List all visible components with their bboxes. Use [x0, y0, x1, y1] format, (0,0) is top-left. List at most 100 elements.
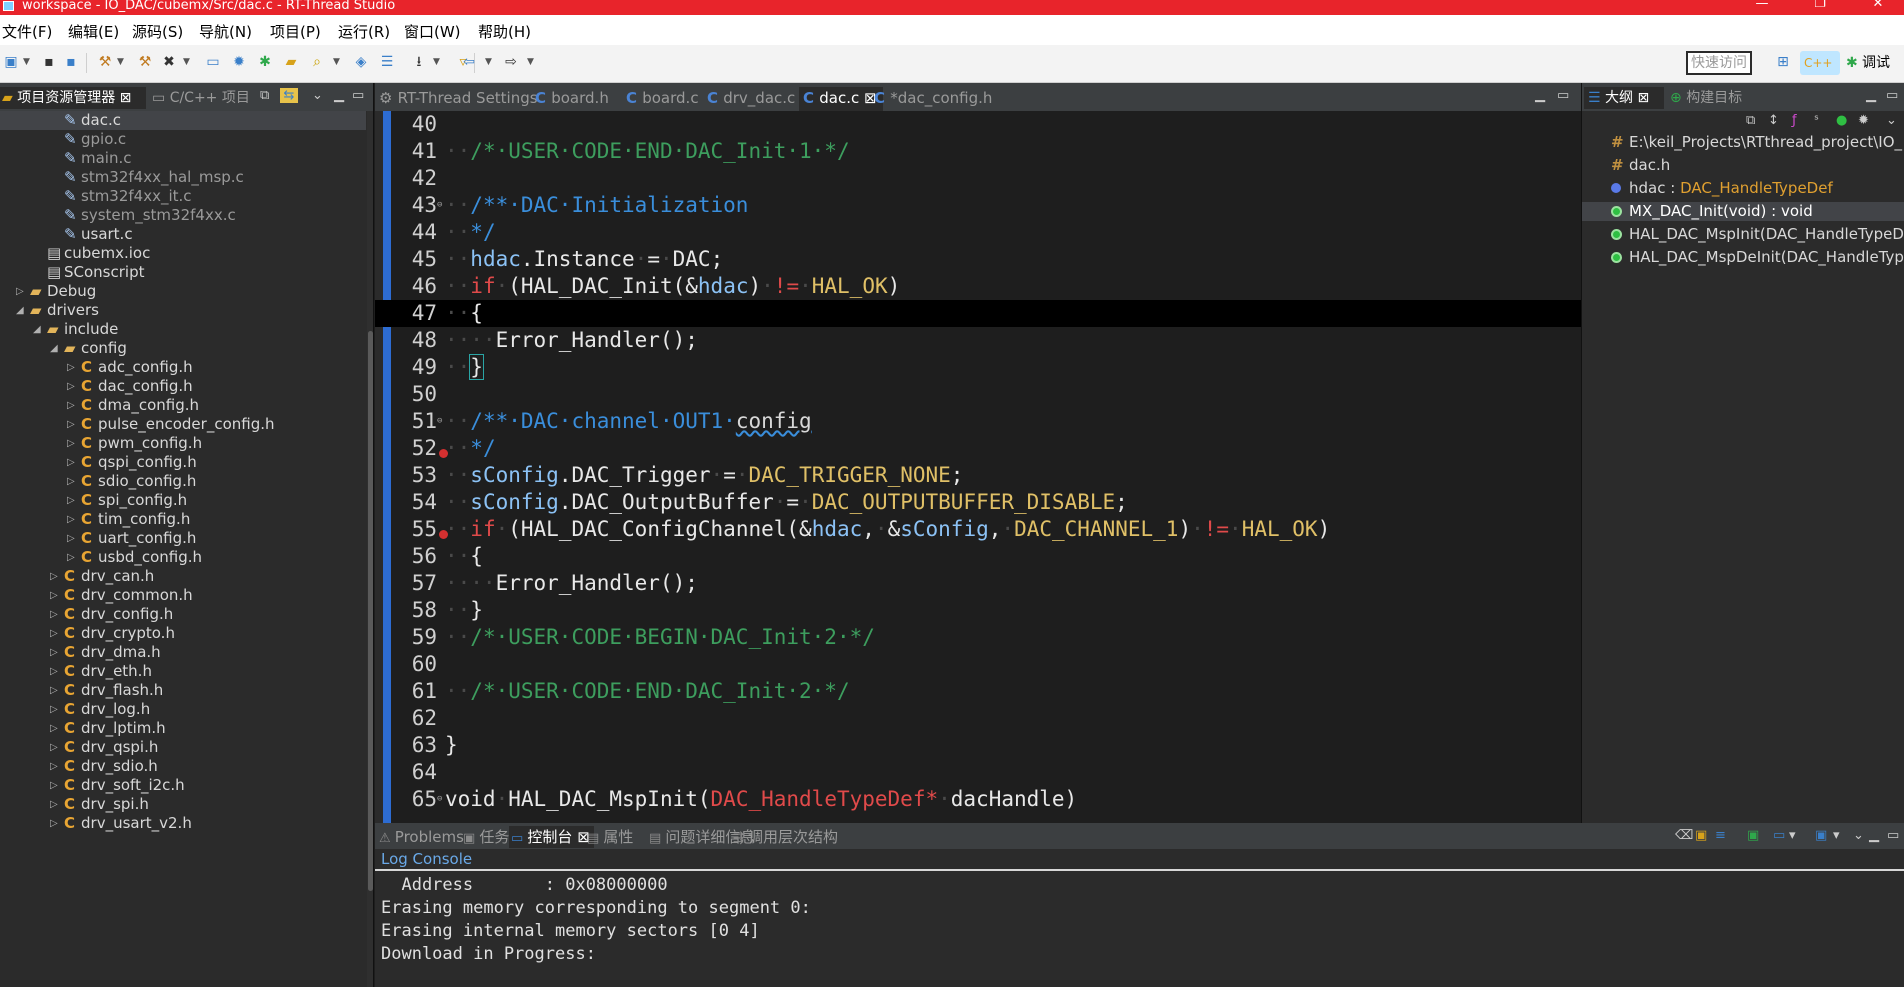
link-editor-icon[interactable]: ⇆: [280, 88, 298, 103]
expand-arrow-icon[interactable]: ▷: [16, 282, 24, 301]
menu-navigate[interactable]: 导航(N): [199, 21, 252, 42]
outline-item[interactable]: HAL_DAC_MspInit(DAC_HandleTypeD: [1582, 225, 1904, 244]
tree-item[interactable]: ▷ Csdio_config.h: [0, 472, 366, 491]
expand-arrow-icon[interactable]: ▷: [50, 643, 58, 662]
tree-item[interactable]: ◢ ▰ include: [0, 320, 366, 339]
expand-arrow-icon[interactable]: ▷: [67, 453, 75, 472]
tree-item[interactable]: ✎ gpio.c: [0, 130, 366, 149]
tree-item[interactable]: ▷ Cadc_config.h: [0, 358, 366, 377]
expand-arrow-icon[interactable]: ▷: [67, 472, 75, 491]
tab-console-5[interactable]: ⇶ 调用层次结构: [731, 826, 842, 848]
cpp-perspective-button[interactable]: C++: [1800, 51, 1840, 75]
expand-arrow-icon[interactable]: ▷: [50, 662, 58, 681]
tab-console-3[interactable]: ▤ 属性: [585, 826, 637, 848]
code-line[interactable]: 52 ··*/: [375, 435, 1581, 462]
expand-arrow-icon[interactable]: ▷: [50, 567, 58, 586]
hide-static-icon[interactable]: ˢ: [1814, 113, 1819, 128]
code-line[interactable]: 65 ⊖ void·HAL_DAC_MspInit(DAC_HandleTypeDe…: [375, 786, 1581, 813]
expand-arrow-icon[interactable]: ▷: [67, 358, 75, 377]
collapse-arrow-icon[interactable]: ◢: [33, 320, 41, 339]
expand-arrow-icon[interactable]: ▷: [67, 510, 75, 529]
tree-item[interactable]: ▷ Cpwm_config.h: [0, 434, 366, 453]
chevron-down-icon[interactable]: ▼: [116, 53, 125, 71]
outline-item[interactable]: HAL_DAC_MspDeInit(DAC_HandleTyp: [1582, 248, 1904, 267]
tree-item[interactable]: ▷ Cuart_config.h: [0, 529, 366, 548]
expand-arrow-icon[interactable]: ▷: [50, 738, 58, 757]
code-line[interactable]: 59 ··/*·USER·CODE·BEGIN·DAC_Init·2·*/: [375, 624, 1581, 651]
save-all-icon[interactable]: ▪: [62, 53, 80, 71]
sort-icon[interactable]: ↕: [1768, 113, 1779, 128]
expand-arrow-icon[interactable]: ▷: [50, 795, 58, 814]
tree-item[interactable]: ◢ ▰ config: [0, 339, 366, 358]
save-icon[interactable]: ▪: [40, 53, 58, 71]
tree-item[interactable]: ▷ Cdrv_config.h: [0, 605, 366, 624]
tab-build-targets[interactable]: ⊕ 构建目标: [1670, 87, 1742, 109]
minimize-view-icon[interactable]: ▁: [334, 88, 344, 103]
code-line[interactable]: 41 ··/*·USER·CODE·END·DAC_Init·1·*/: [375, 138, 1581, 165]
outline-item[interactable]: # dac.h: [1582, 156, 1904, 175]
chevron-down-icon[interactable]: ▾: [1833, 828, 1840, 843]
menu-edit[interactable]: 编辑(E): [68, 21, 119, 42]
tree-item[interactable]: ▷ Cpulse_encoder_config.h: [0, 415, 366, 434]
chevron-down-icon[interactable]: ▼: [22, 53, 31, 71]
expand-arrow-icon[interactable]: ▷: [50, 700, 58, 719]
hammer-icon[interactable]: ⚒: [136, 53, 154, 71]
minimize-editor-icon[interactable]: ▁: [1535, 88, 1545, 103]
code-line[interactable]: 46 ··if·(HAL_DAC_Init(&hdac)·!=·HAL_OK): [375, 273, 1581, 300]
minimize-button[interactable]: —: [1752, 0, 1772, 10]
tree-scrollbar[interactable]: [367, 111, 373, 987]
scroll-lock-icon[interactable]: ▣: [1695, 828, 1707, 843]
menu-help[interactable]: 帮助(H): [478, 21, 531, 42]
menu-run[interactable]: 运行(R): [338, 21, 390, 42]
code-line[interactable]: 57 ····Error_Handler();: [375, 570, 1581, 597]
chevron-down-icon[interactable]: ▾: [1789, 828, 1796, 843]
close-button[interactable]: ✕: [1868, 0, 1888, 10]
download-icon[interactable]: ⭳: [410, 53, 428, 71]
tree-item[interactable]: ▷ Cqspi_config.h: [0, 453, 366, 472]
menu-file[interactable]: 文件(F): [2, 21, 52, 42]
maximize-view-icon[interactable]: ▭: [1886, 88, 1898, 103]
tree-item[interactable]: ▤ cubemx.ioc: [0, 244, 366, 263]
build-icon[interactable]: ⚒: [96, 53, 114, 71]
collapse-all-icon[interactable]: ⧉: [260, 88, 269, 103]
code-line[interactable]: 53 ··sConfig.DAC_Trigger·=·DAC_TRIGGER_NO…: [375, 462, 1581, 489]
tree-item[interactable]: ▷ Cdrv_lptim.h: [0, 719, 366, 738]
maximize-editor-icon[interactable]: ▭: [1557, 88, 1569, 103]
expand-arrow-icon[interactable]: ▷: [50, 586, 58, 605]
chevron-down-icon[interactable]: ▼: [182, 53, 191, 71]
pin-console-icon[interactable]: ▣: [1747, 828, 1759, 843]
tree-item[interactable]: ▷ Cdrv_can.h: [0, 567, 366, 586]
chevron-down-icon[interactable]: ▼: [332, 53, 341, 71]
tree-item[interactable]: ✎ system_stm32f4xx.c: [0, 206, 366, 225]
word-wrap-icon[interactable]: ≡: [1715, 828, 1726, 843]
tree-item[interactable]: ✎ main.c: [0, 149, 366, 168]
folder-open-icon[interactable]: ▰: [282, 53, 300, 71]
search-icon[interactable]: ⌕: [308, 53, 326, 71]
expand-arrow-icon[interactable]: ▷: [67, 415, 75, 434]
chevron-down-icon[interactable]: ▼: [526, 53, 535, 71]
tab-drv-dac-c[interactable]: C drv_dac.c: [703, 87, 801, 111]
code-line[interactable]: 48 ····Error_Handler();: [375, 327, 1581, 354]
code-line[interactable]: 49 ··}: [375, 354, 1581, 381]
outline-item[interactable]: hdac : DAC_HandleTypeDef: [1582, 179, 1904, 198]
code-line[interactable]: 62: [375, 705, 1581, 732]
fold-toggle-icon[interactable]: ⊖: [437, 408, 442, 435]
forward-icon[interactable]: ⇨: [502, 53, 520, 71]
maximize-view-icon[interactable]: ▭: [1887, 828, 1899, 843]
chevron-down-icon[interactable]: ▼: [432, 53, 441, 71]
clear-console-icon[interactable]: ⌫: [1675, 828, 1693, 843]
settings-gear-icon[interactable]: ✹: [230, 53, 248, 71]
tab-board-h[interactable]: C board.h: [531, 87, 615, 111]
fold-toggle-icon[interactable]: ⊖: [437, 192, 442, 219]
open-perspective-icon[interactable]: ⊞: [1774, 53, 1792, 71]
expand-arrow-icon[interactable]: ▷: [50, 681, 58, 700]
fold-toggle-icon[interactable]: ⊖: [437, 786, 442, 813]
tab-outline[interactable]: ☰ 大纲 ⊠: [1584, 87, 1664, 109]
debug-bug-icon[interactable]: ✱: [256, 53, 274, 71]
display-console-icon[interactable]: ▭: [1773, 828, 1785, 843]
tree-item[interactable]: ▷ Cdrv_log.h: [0, 700, 366, 719]
view-menu-icon[interactable]: ⌄: [1886, 113, 1897, 128]
tab-console-0[interactable]: ⚠ Problems: [377, 826, 468, 848]
tree-item[interactable]: ▷ Cdrv_dma.h: [0, 643, 366, 662]
code-line[interactable]: 60: [375, 651, 1581, 678]
